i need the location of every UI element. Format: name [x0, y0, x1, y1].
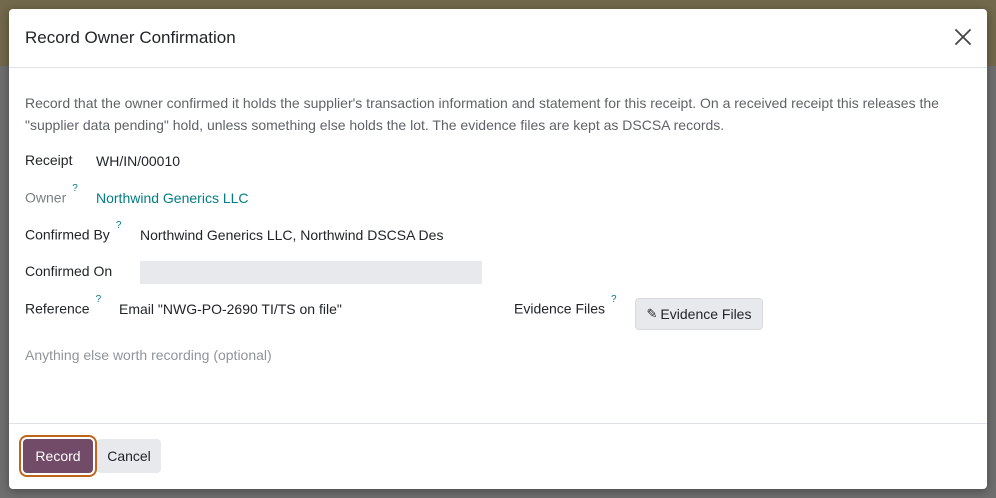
confirmed-on-label: Confirmed On — [25, 263, 113, 279]
dialog-title: Record Owner Confirmation — [25, 28, 236, 47]
receipt-label: Receipt — [25, 152, 73, 168]
close-button[interactable] — [953, 27, 973, 47]
record-button[interactable]: Record — [23, 439, 93, 473]
evidence-files-help-icon[interactable]: ? — [611, 294, 617, 305]
confirmed-on-input[interactable] — [140, 261, 482, 284]
paperclip-icon: ✎ — [646, 306, 658, 321]
dialog-header: Record Owner Confirmation — [9, 9, 987, 68]
confirmed-by-label-text: Confirmed By — [25, 226, 110, 243]
receipt-value: WH/IN/00010 — [96, 153, 181, 169]
confirmed-by-field[interactable]: Northwind Generics LLC, Northwind DSCSA … — [140, 227, 445, 243]
evidence-files-button-label: Evidence Files — [660, 306, 752, 322]
owner-help-icon[interactable]: ? — [72, 183, 78, 194]
reference-label: Reference? — [25, 294, 101, 317]
notes-field[interactable]: Anything else worth recording (optional) — [25, 346, 965, 370]
confirmed-by-help-icon[interactable]: ? — [116, 220, 122, 231]
reference-help-icon[interactable]: ? — [96, 294, 102, 305]
confirmed-by-label: Confirmed By? — [25, 220, 121, 243]
evidence-files-label: Evidence Files? — [514, 294, 617, 317]
evidence-files-label-text: Evidence Files — [514, 300, 606, 317]
reference-label-text: Reference — [25, 300, 90, 317]
cancel-button[interactable]: Cancel — [97, 439, 161, 473]
dialog-footer: Record Cancel — [9, 423, 987, 489]
reference-field[interactable]: Email "NWG-PO-2690 TI/TS on file" — [119, 301, 342, 317]
owner-label: Owner? — [25, 183, 78, 206]
owner-link[interactable]: Northwind Generics LLC — [96, 190, 249, 206]
dialog-description: Record that the owner confirmed it holds… — [25, 95, 939, 133]
record-owner-confirmation-dialog: Record Owner Confirmation Record that th… — [9, 9, 987, 489]
evidence-files-button[interactable]: ✎ Evidence Files — [635, 298, 763, 330]
close-icon — [955, 29, 971, 45]
owner-label-text: Owner — [25, 189, 67, 206]
